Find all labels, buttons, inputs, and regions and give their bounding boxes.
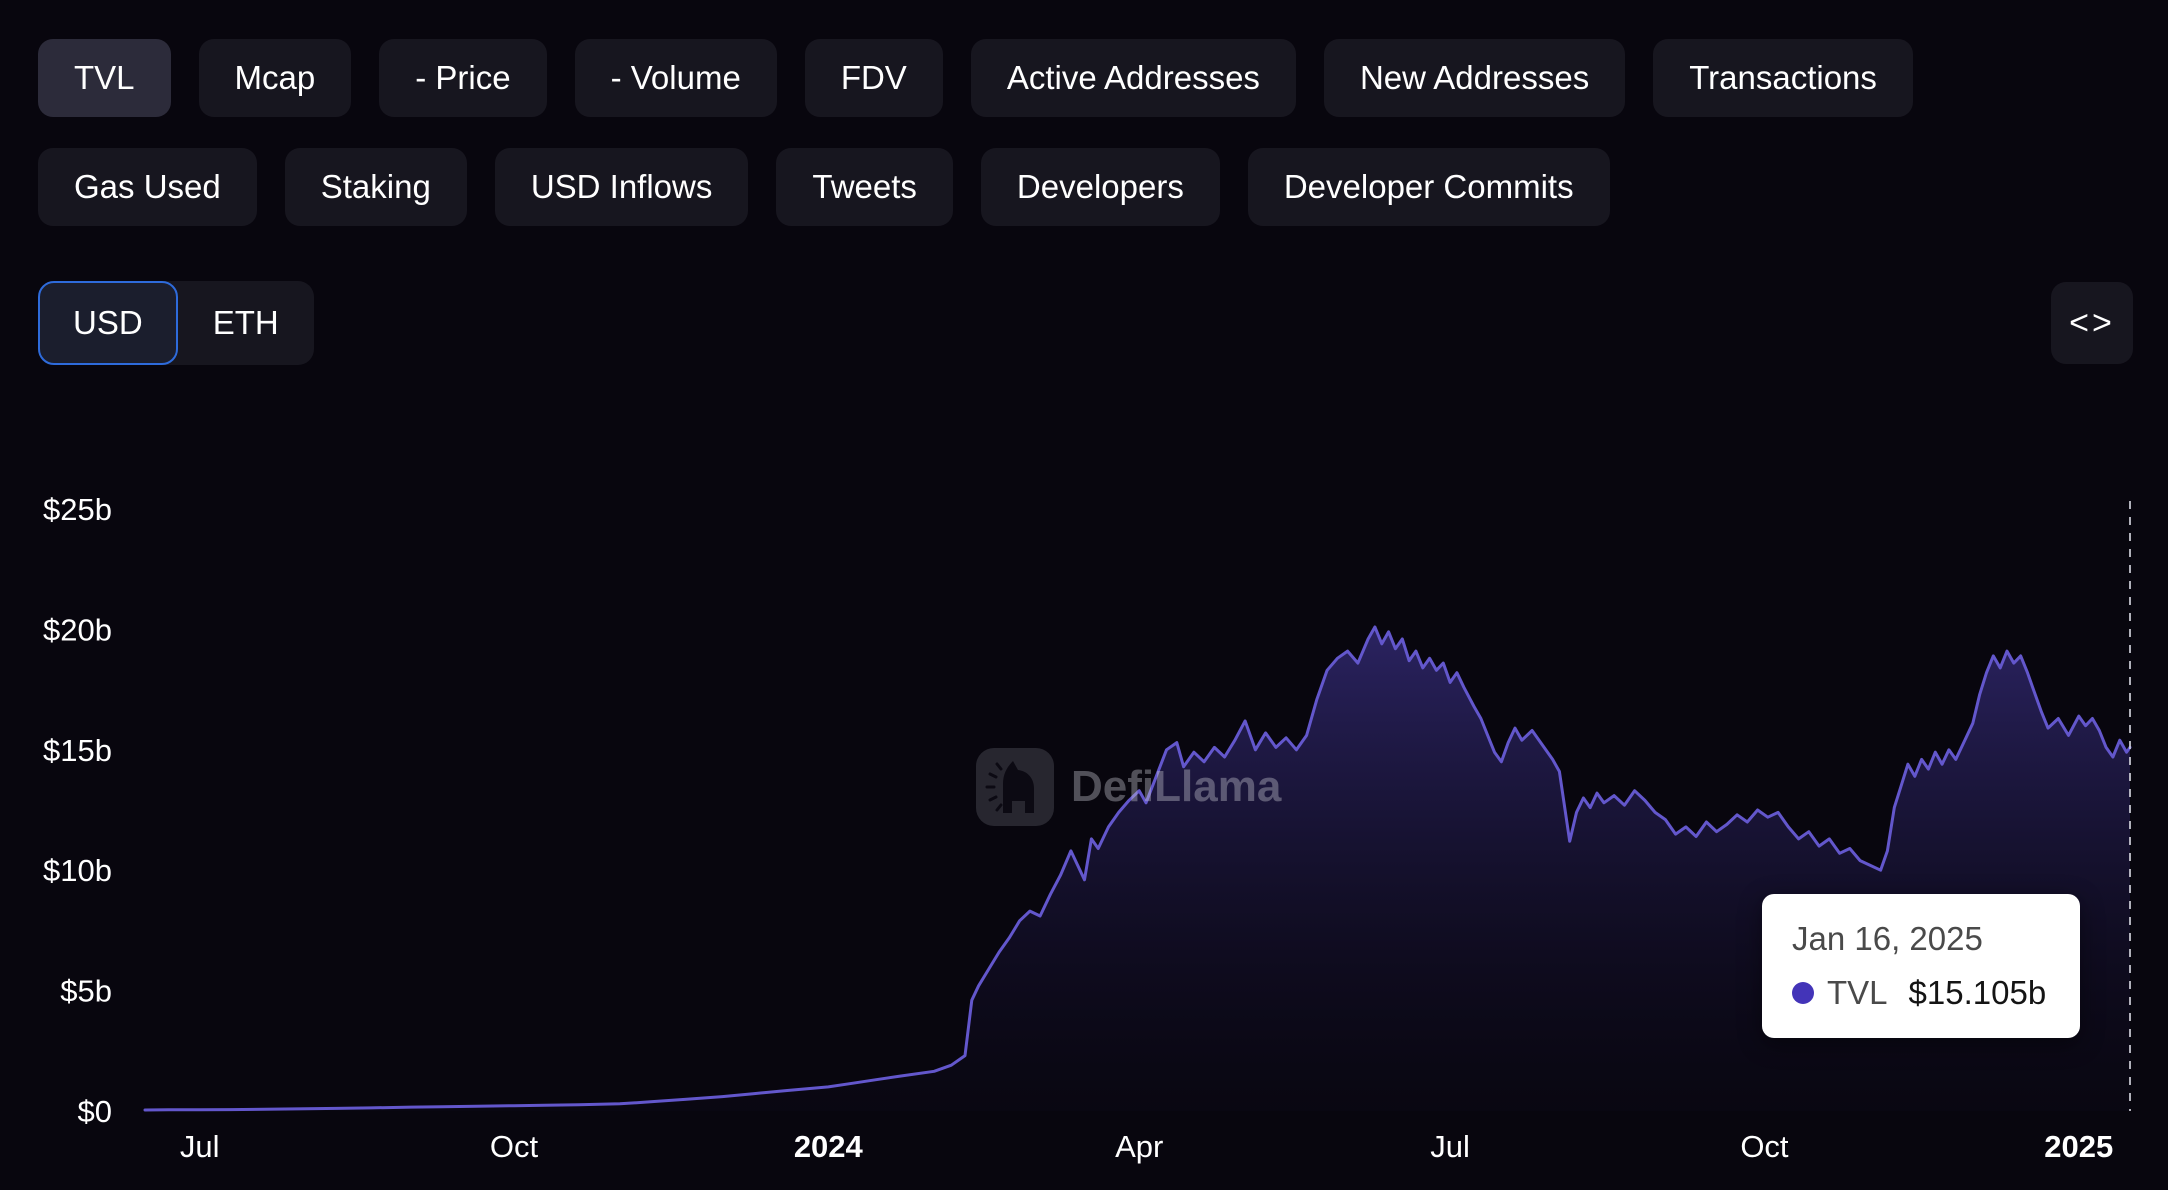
tab-price[interactable]: - Price — [379, 39, 547, 117]
metric-tabs-row-1: TVL Mcap - Price - Volume FDV Active Addresse… — [38, 39, 1913, 117]
y-axis-labels: $25b $20b $15b $10b $5b $0 — [43, 492, 112, 1129]
tooltip-series-name: TVL — [1827, 974, 1888, 1011]
defillama-chart-page: TVL Mcap - Price - Volume FDV Active Addresse… — [0, 0, 2168, 1190]
tab-transactions[interactable]: Transactions — [1653, 39, 1913, 117]
series-dot-icon — [1792, 982, 1814, 1004]
tab-usd-inflows[interactable]: USD Inflows — [494, 148, 749, 226]
chart-tooltip: Jan 16, 2025 TVL $15.105b — [1762, 894, 2080, 1038]
tab-developer-commits[interactable]: Developer Commits — [1247, 148, 1610, 226]
svg-text:2024: 2024 — [794, 1129, 864, 1164]
tvl-chart-area: $25b $20b $15b $10b $5b $0 Jul Oct 2024 Apr Jul Oc… — [0, 460, 2168, 1190]
svg-text:Oct: Oct — [1740, 1129, 1789, 1164]
svg-text:$25b: $25b — [43, 492, 112, 527]
embed-code-button[interactable]: <> — [2051, 282, 2133, 364]
svg-text:$10b: $10b — [43, 853, 112, 888]
tab-mcap[interactable]: Mcap — [198, 39, 352, 117]
tab-active-addresses[interactable]: Active Addresses — [970, 39, 1296, 117]
svg-text:$20b: $20b — [43, 612, 112, 647]
svg-text:$0: $0 — [78, 1094, 112, 1129]
tab-developers[interactable]: Developers — [980, 148, 1220, 226]
tab-fdv[interactable]: FDV — [804, 39, 943, 117]
svg-text:Apr: Apr — [1115, 1129, 1163, 1164]
tvl-area-chart[interactable]: $25b $20b $15b $10b $5b $0 Jul Oct 2024 Apr Jul Oc… — [0, 460, 2168, 1190]
tooltip-value: $15.105b — [1908, 974, 2047, 1011]
metric-tabs-row-2: Gas Used Staking USD Inflows Tweets Develope… — [38, 148, 1610, 226]
tooltip-date: Jan 16, 2025 — [1792, 920, 1983, 957]
chart-area-fill — [145, 627, 2130, 1111]
currency-option-eth[interactable]: ETH — [178, 281, 314, 365]
tab-tvl[interactable]: TVL — [38, 39, 171, 117]
svg-text:Jul: Jul — [180, 1129, 220, 1164]
x-axis-labels: Jul Oct 2024 Apr Jul Oct 2025 — [180, 1129, 2113, 1164]
svg-text:Oct: Oct — [490, 1129, 539, 1164]
tab-staking[interactable]: Staking — [284, 148, 467, 226]
currency-toggle: USD ETH — [38, 281, 314, 365]
tooltip-series-row: TVL $15.105b — [1792, 974, 2050, 1012]
svg-text:$15b: $15b — [43, 733, 112, 768]
tab-tweets[interactable]: Tweets — [776, 148, 953, 226]
svg-text:Jul: Jul — [1430, 1129, 1470, 1164]
tab-volume[interactable]: - Volume — [574, 39, 777, 117]
currency-option-usd[interactable]: USD — [38, 281, 178, 365]
svg-text:2025: 2025 — [2044, 1129, 2113, 1164]
tab-gas-used[interactable]: Gas Used — [38, 148, 257, 226]
svg-text:$5b: $5b — [60, 974, 112, 1009]
code-icon: <> — [2069, 303, 2115, 342]
tab-new-addresses[interactable]: New Addresses — [1323, 39, 1626, 117]
